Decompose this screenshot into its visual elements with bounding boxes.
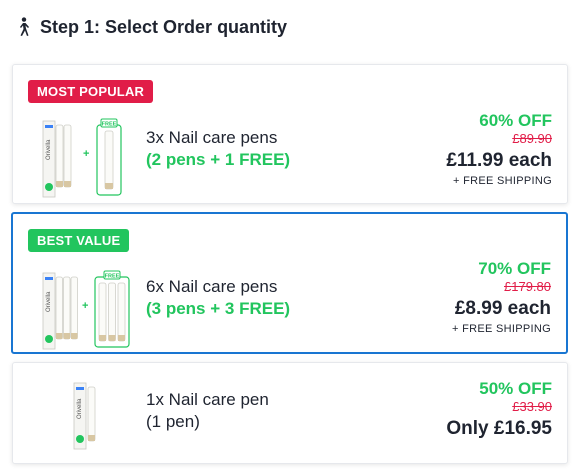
offer-title: 1x Nail care pen — [146, 390, 269, 409]
svg-text:Orivella: Orivella — [46, 139, 52, 160]
current-price: £8.99 each — [454, 298, 551, 319]
best-value-badge: BEST VALUE — [28, 229, 130, 252]
current-price: £11.99 each — [446, 150, 552, 171]
original-price: £179.80 — [504, 279, 551, 294]
most-popular-badge: MOST POPULAR — [28, 80, 154, 103]
original-price: £89.90 — [512, 131, 552, 146]
svg-text:Orivella: Orivella — [46, 291, 52, 312]
step-title: Step 1: Select Order quantity — [40, 16, 288, 37]
offer-name-block: 1x Nail care pen (1 pen) — [146, 389, 269, 433]
svg-text:FREE: FREE — [102, 122, 117, 128]
svg-text:+: + — [82, 300, 88, 312]
price-block: 50% OFF £33.90 Only £16.95 — [446, 379, 552, 441]
discount-label: 60% OFF — [479, 111, 552, 130]
step-header: Step 1: Select Order quantity — [14, 14, 287, 40]
shipping-note: + FREE SHIPPING — [452, 323, 551, 335]
product-image-1-pen: Orivella — [73, 382, 96, 450]
offer-card-1-pen[interactable]: Orivella 1x Nail care pen (1 pen) 50% OF… — [12, 362, 568, 464]
svg-text:Orivella: Orivella — [77, 398, 83, 419]
offer-subtitle: (1 pen) — [146, 412, 200, 431]
price-block: 60% OFF £89.90 £11.99 each + FREE SHIPPI… — [446, 111, 552, 188]
offer-title: 3x Nail care pens — [146, 128, 278, 147]
original-price: £33.90 — [512, 399, 552, 414]
offer-card-3-pens[interactable]: MOST POPULAR Orivella + FREE 3x Nail car… — [12, 64, 568, 204]
discount-label: 50% OFF — [479, 379, 552, 398]
price-block: 70% OFF £179.80 £8.99 each + FREE SHIPPI… — [452, 259, 551, 336]
product-image-3-pens: Orivella + FREE — [42, 118, 122, 198]
discount-label: 70% OFF — [478, 259, 551, 278]
offer-card-6-pens[interactable]: BEST VALUE Orivella + FREE 6x Nail care … — [11, 212, 568, 354]
shipping-note: + FREE SHIPPING — [453, 175, 552, 187]
current-price: Only £16.95 — [446, 418, 552, 439]
offer-subtitle: (3 pens + 3 FREE) — [146, 299, 291, 318]
product-image-6-pens: Orivella + FREE — [42, 270, 130, 350]
svg-text:FREE: FREE — [105, 274, 120, 280]
svg-text:+: + — [83, 148, 89, 160]
offer-title: 6x Nail care pens — [146, 277, 278, 296]
offer-name-block: 3x Nail care pens (2 pens + 1 FREE) — [146, 127, 290, 171]
offer-name-block: 6x Nail care pens (3 pens + 3 FREE) — [146, 276, 290, 320]
offer-subtitle: (2 pens + 1 FREE) — [146, 150, 291, 169]
walking-person-icon — [20, 17, 29, 36]
